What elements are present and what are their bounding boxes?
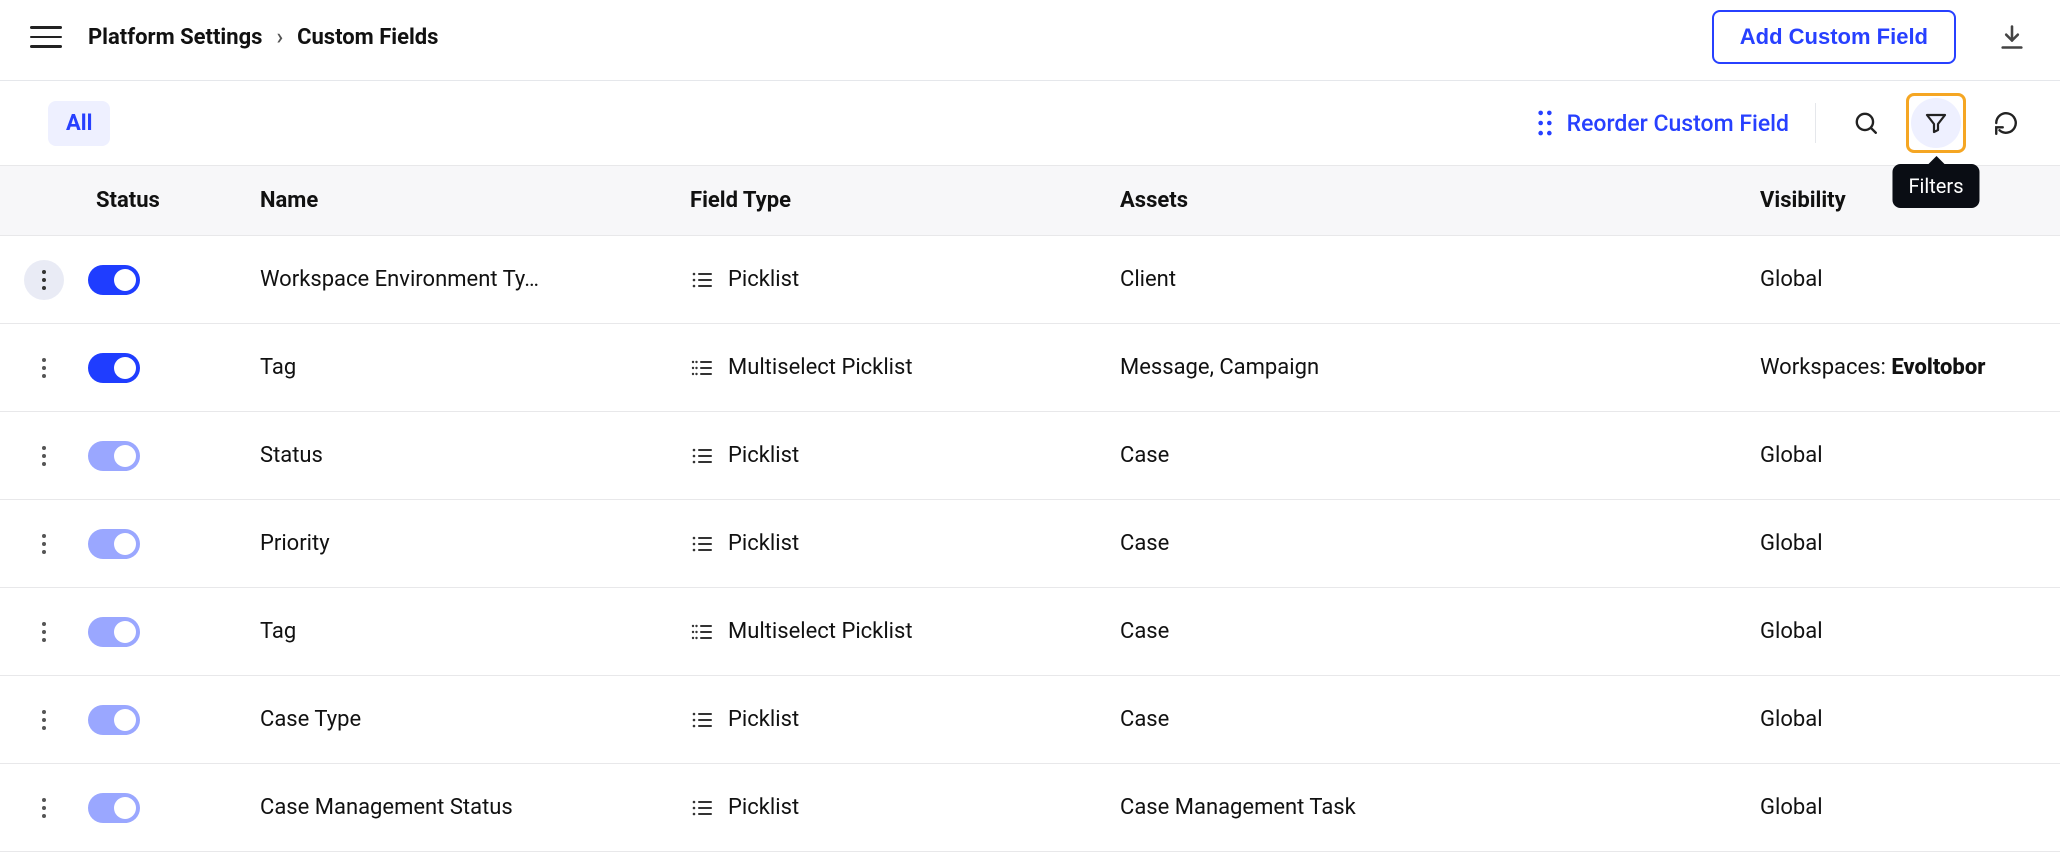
field-type-label: Picklist [728, 707, 799, 732]
download-icon[interactable] [1994, 19, 2030, 55]
menu-button[interactable] [30, 18, 68, 56]
cell-visibility: Global [1740, 707, 2060, 732]
reorder-label: Reorder Custom Field [1567, 110, 1789, 137]
cell-assets: Case [1100, 619, 1740, 644]
refresh-button[interactable] [1982, 99, 2030, 147]
cell-field-type: Picklist [670, 267, 1100, 292]
cell-field-type: Picklist [670, 707, 1100, 732]
col-field-type[interactable]: Field Type [670, 166, 1100, 235]
picklist-icon [690, 532, 714, 556]
col-name[interactable]: Name [240, 166, 670, 235]
add-custom-field-button[interactable]: Add Custom Field [1712, 10, 1956, 64]
filters-tooltip: Filters [1892, 164, 1979, 208]
reorder-custom-field-link[interactable]: Reorder Custom Field [1537, 110, 1789, 137]
dots-vertical-icon [42, 534, 46, 554]
col-status[interactable]: Status [0, 166, 240, 235]
breadcrumb-platform-settings[interactable]: Platform Settings [88, 25, 262, 50]
cell-visibility: Global [1740, 619, 2060, 644]
row-actions-menu[interactable] [24, 436, 64, 476]
row-actions-menu[interactable] [24, 612, 64, 652]
field-type-label: Picklist [728, 795, 799, 820]
cell-field-type: Multiselect Picklist [670, 355, 1100, 380]
picklist-icon [690, 708, 714, 732]
cell-field-type: Multiselect Picklist [670, 619, 1100, 644]
cell-assets: Case [1100, 443, 1740, 468]
table-row[interactable]: Priority Picklist CaseGlobal [0, 500, 2060, 588]
chevron-right-icon: › [276, 25, 283, 50]
cell-name: Case Management Status [240, 795, 670, 820]
cell-visibility: Global [1740, 795, 2060, 820]
cell-name: Tag [240, 355, 670, 380]
dots-vertical-icon [42, 622, 46, 642]
search-button[interactable] [1842, 99, 1890, 147]
row-actions-menu[interactable] [24, 260, 64, 300]
cell-visibility: Global [1740, 443, 2060, 468]
table-header: Status Name Field Type Assets Visibility [0, 165, 2060, 236]
cell-field-type: Picklist [670, 795, 1100, 820]
refresh-icon [1993, 110, 2019, 136]
table-row[interactable]: Case Type Picklist CaseGlobal [0, 676, 2060, 764]
cell-assets: Message, Campaign [1100, 355, 1740, 380]
dots-vertical-icon [42, 358, 46, 378]
table-row[interactable]: Case Management Status Picklist Case Manag… [0, 764, 2060, 852]
dots-vertical-icon [42, 270, 46, 290]
dots-vertical-icon [42, 798, 46, 818]
field-type-label: Picklist [728, 443, 799, 468]
separator [1815, 103, 1816, 143]
status-toggle[interactable] [88, 617, 140, 647]
cell-assets: Case [1100, 531, 1740, 556]
status-toggle[interactable] [88, 705, 140, 735]
cell-field-type: Picklist [670, 443, 1100, 468]
row-actions-menu[interactable] [24, 788, 64, 828]
status-toggle[interactable] [88, 353, 140, 383]
table-row[interactable]: Tag Multiselect Picklist CaseGlobal [0, 588, 2060, 676]
status-toggle[interactable] [88, 265, 140, 295]
picklist-icon [690, 444, 714, 468]
field-type-label: Multiselect Picklist [728, 619, 913, 644]
filter-button-highlight: Filters [1906, 93, 1966, 153]
filter-icon [1924, 111, 1948, 135]
cell-name: Case Type [240, 707, 670, 732]
breadcrumb-custom-fields[interactable]: Custom Fields [297, 25, 438, 50]
row-actions-menu[interactable] [24, 524, 64, 564]
row-actions-menu[interactable] [24, 348, 64, 388]
filter-chip-all[interactable]: All [48, 101, 110, 146]
multiselect-picklist-icon [690, 356, 714, 380]
field-type-label: Multiselect Picklist [728, 355, 913, 380]
cell-name: Status [240, 443, 670, 468]
cell-name: Workspace Environment Ty… [240, 267, 670, 292]
visibility-workspace-name: Evoltobor [1891, 355, 1985, 380]
status-toggle[interactable] [88, 793, 140, 823]
row-actions-menu[interactable] [24, 700, 64, 740]
cell-assets: Case [1100, 707, 1740, 732]
status-toggle[interactable] [88, 441, 140, 471]
cell-visibility: Global [1740, 267, 2060, 292]
cell-field-type: Picklist [670, 531, 1100, 556]
multiselect-picklist-icon [690, 620, 714, 644]
table-row[interactable]: Status Picklist CaseGlobal [0, 412, 2060, 500]
table-row[interactable]: Tag Multiselect Picklist Message, Campaign… [0, 324, 2060, 412]
picklist-icon [690, 268, 714, 292]
cell-assets: Case Management Task [1100, 795, 1740, 820]
col-assets[interactable]: Assets [1100, 166, 1740, 235]
filter-button[interactable] [1911, 98, 1961, 148]
dots-vertical-icon [42, 710, 46, 730]
field-type-label: Picklist [728, 267, 799, 292]
cell-visibility: Global [1740, 531, 2060, 556]
table-row[interactable]: Workspace Environment Ty… Picklist ClientG… [0, 236, 2060, 324]
breadcrumb: Platform Settings › Custom Fields [88, 25, 438, 50]
picklist-icon [690, 796, 714, 820]
cell-assets: Client [1100, 267, 1740, 292]
cell-visibility: Workspaces: Evoltobor [1740, 355, 2060, 380]
drag-handle-icon [1537, 110, 1553, 136]
dots-vertical-icon [42, 446, 46, 466]
visibility-prefix: Workspaces: [1760, 355, 1891, 380]
field-type-label: Picklist [728, 531, 799, 556]
status-toggle[interactable] [88, 529, 140, 559]
search-icon [1853, 110, 1879, 136]
cell-name: Tag [240, 619, 670, 644]
cell-name: Priority [240, 531, 670, 556]
